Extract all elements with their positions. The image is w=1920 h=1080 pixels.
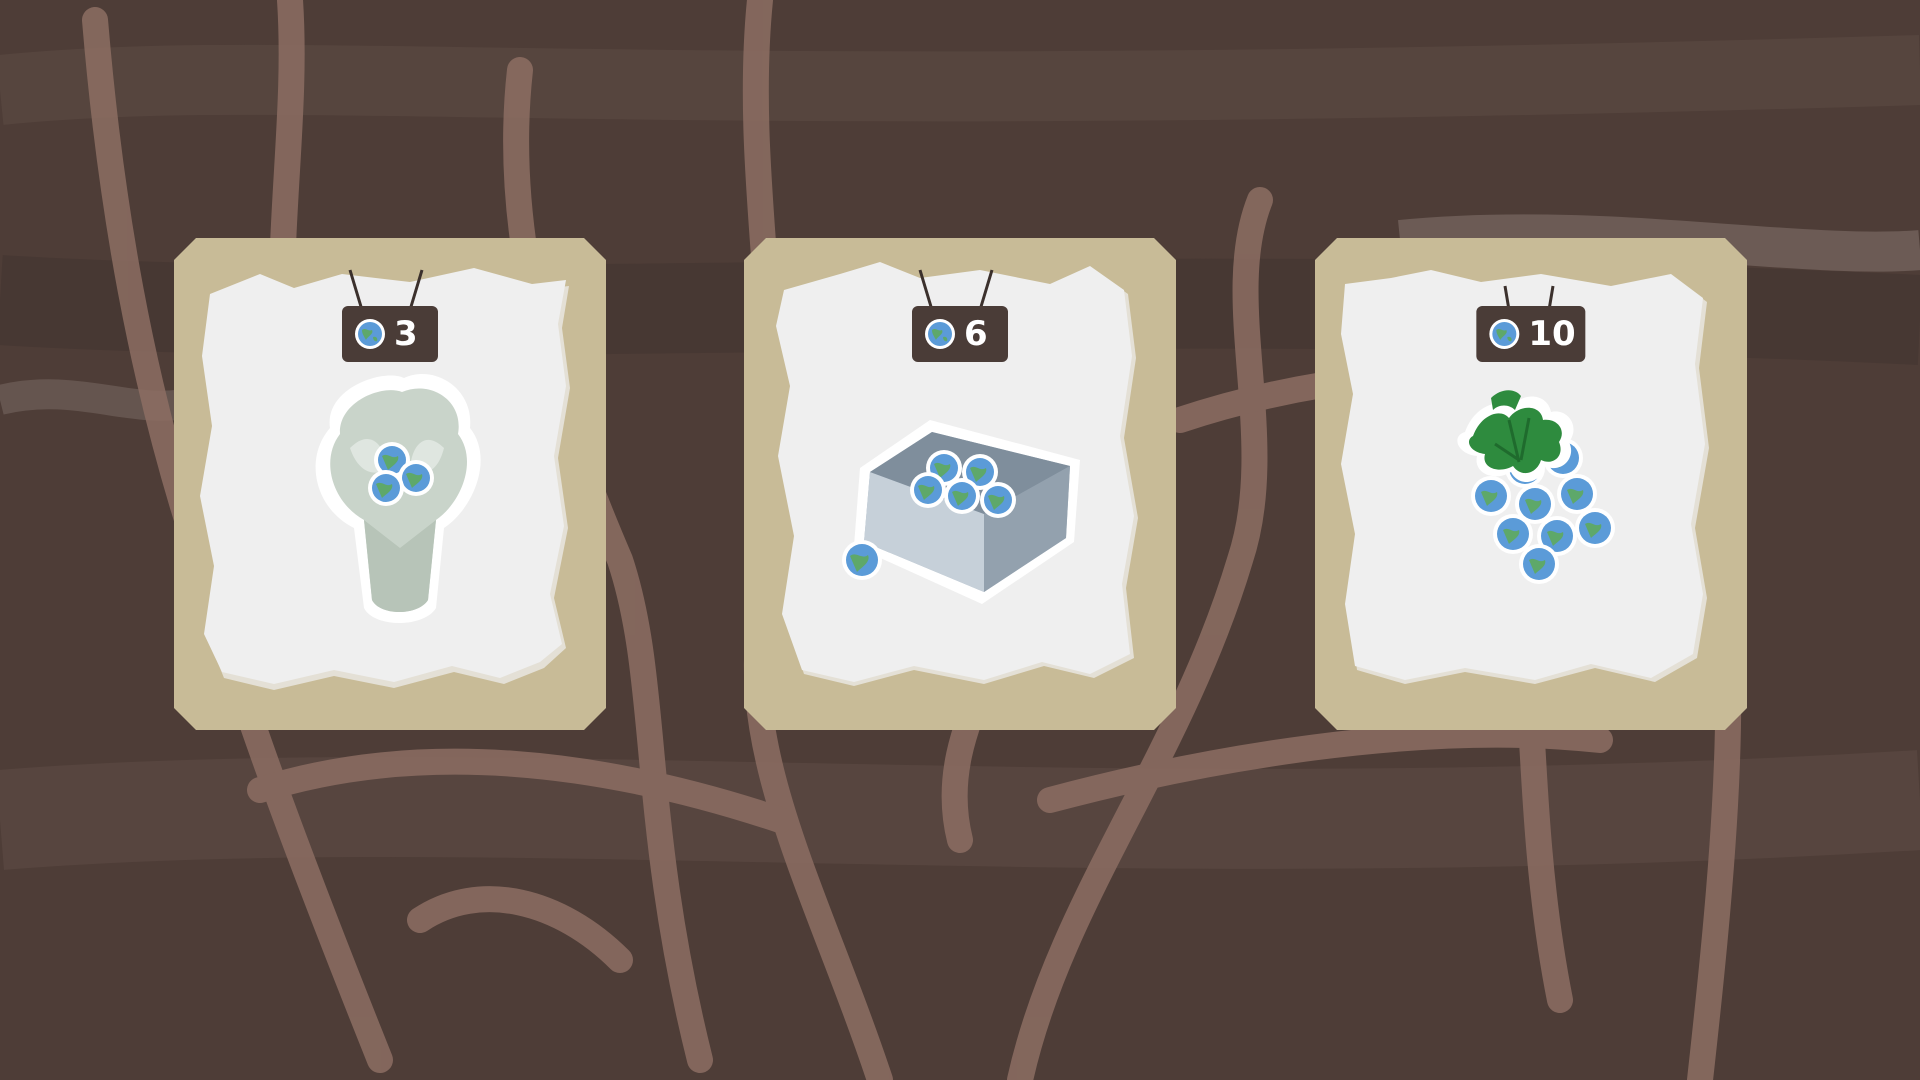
shop-card-crate[interactable]: 6 [744, 238, 1176, 730]
coin-crate-icon [842, 420, 1080, 604]
price-value: 3 [394, 314, 418, 354]
coin-grapes-icon [1457, 390, 1615, 584]
shop-card-bouquet[interactable]: 3 [174, 238, 606, 730]
price-value: 10 [1528, 314, 1576, 354]
planet-coin-icon [925, 319, 955, 349]
price-tag: 10 [1315, 266, 1747, 362]
price-value: 6 [964, 314, 988, 354]
planet-coin-icon [1489, 319, 1520, 349]
coin-bouquet-icon [315, 373, 481, 623]
price-tag: 3 [174, 266, 606, 362]
shop-card-grapes[interactable]: 10 [1315, 238, 1747, 730]
planet-coin-icon [355, 319, 385, 349]
price-tag: 6 [744, 266, 1176, 362]
